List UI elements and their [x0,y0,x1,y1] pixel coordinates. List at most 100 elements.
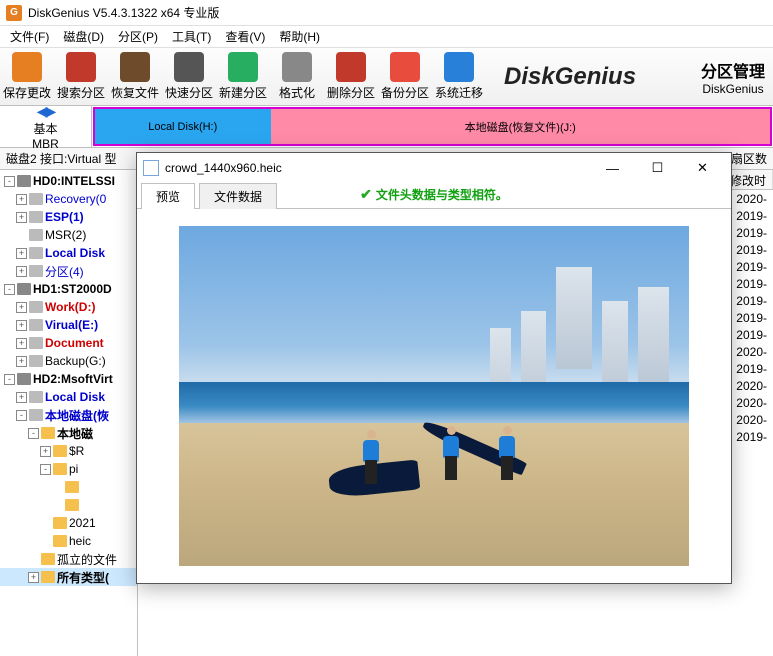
menu-tools[interactable]: 工具(T) [166,26,217,47]
expand-icon[interactable]: + [16,320,27,331]
disk-icon [17,283,31,295]
tree-node[interactable]: -HD2:MsoftVirt [0,370,137,388]
tree-node[interactable]: +Work(D:) [0,298,137,316]
expand-icon[interactable]: + [40,446,51,457]
expand-icon[interactable]: + [16,248,27,259]
partition-icon [29,211,43,223]
preview-title: crowd_1440x960.heic [165,161,282,175]
toolbar-icon [228,52,258,82]
toolbar-icon [282,52,312,82]
toolbar-icon [12,52,42,82]
tree-node[interactable]: -本地磁 [0,424,137,442]
toolbar-icon [174,52,204,82]
menu-disk[interactable]: 磁盘(D) [57,26,110,47]
expand-icon[interactable]: + [16,266,27,277]
partition-segment[interactable]: 本地磁盘(恢复文件)(J:) [271,109,771,144]
expand-icon[interactable]: - [4,374,15,385]
check-icon: ✔ [360,186,372,203]
tree-node[interactable]: +Local Disk [0,388,137,406]
toolbar-3[interactable]: 快速分区 [162,49,216,105]
toolbar-icon [66,52,96,82]
expand-icon[interactable]: - [40,464,51,475]
tree-node[interactable]: +$R [0,442,137,460]
expand-icon[interactable]: + [16,302,27,313]
menubar: 文件(F) 磁盘(D) 分区(P) 工具(T) 查看(V) 帮助(H) [0,26,773,48]
brand-logo: DiskGenius [494,63,693,91]
disk-icon [17,373,31,385]
tree-node[interactable] [0,478,137,496]
toolbar-0[interactable]: 保存更改 [0,49,54,105]
brand-sub: 分区管理 DiskGenius [693,58,773,96]
partition-icon [29,229,43,241]
toolbar-1[interactable]: 搜索分区 [54,49,108,105]
expand-icon[interactable]: + [16,392,27,403]
preview-tabs: 预览 文件数据 ✔ 文件头数据与类型相符。 [137,183,731,209]
toolbar-icon [390,52,420,82]
toolbar: 保存更改搜索分区恢复文件快速分区新建分区格式化删除分区备份分区系统迁移 Disk… [0,48,773,106]
toolbar-icon [336,52,366,82]
tree-node[interactable]: -本地磁盘(恢 [0,406,137,424]
tree-node[interactable]: +Local Disk [0,244,137,262]
menu-help[interactable]: 帮助(H) [273,26,326,47]
status-left: 磁盘2 接口:Virtual 型 [6,150,116,167]
toolbar-icon [120,52,150,82]
partition-icon [29,265,43,277]
expand-icon[interactable]: + [16,212,27,223]
tree-node[interactable]: +所有类型( [0,568,137,586]
folder-icon [53,517,67,529]
maximize-button[interactable]: ☐ [635,154,680,182]
disk-tree[interactable]: -HD0:INTELSSI+Recovery(0+ESP(1)MSR(2)+Lo… [0,170,138,656]
tree-node[interactable]: +ESP(1) [0,208,137,226]
folder-icon [41,427,55,439]
nav-arrows-icon[interactable]: ◀▶ [37,103,55,120]
partition-icon [29,337,43,349]
toolbar-6[interactable]: 删除分区 [324,49,378,105]
menu-view[interactable]: 查看(V) [219,26,271,47]
toolbar-4[interactable]: 新建分区 [216,49,270,105]
folder-icon [65,481,79,493]
tree-node[interactable]: +Document [0,334,137,352]
preview-body [137,209,731,583]
expand-icon[interactable]: - [4,176,15,187]
tree-node[interactable]: -HD0:INTELSSI [0,172,137,190]
image-icon [143,160,159,176]
close-button[interactable]: ✕ [680,154,725,182]
toolbar-7[interactable]: 备份分区 [378,49,432,105]
toolbar-2[interactable]: 恢复文件 [108,49,162,105]
tab-preview[interactable]: 预览 [141,183,195,209]
tab-raw-data[interactable]: 文件数据 [199,183,277,209]
partition-icon [29,247,43,259]
folder-icon [41,571,55,583]
expand-icon[interactable]: + [16,356,27,367]
tree-node[interactable]: +Backup(G:) [0,352,137,370]
menu-partition[interactable]: 分区(P) [112,26,164,47]
expand-icon[interactable]: - [28,428,39,439]
toolbar-icon [444,52,474,82]
tree-node[interactable] [0,496,137,514]
toolbar-8[interactable]: 系统迁移 [432,49,486,105]
expand-icon[interactable]: + [28,572,39,583]
tree-node[interactable]: +Virual(E:) [0,316,137,334]
expand-icon[interactable]: + [16,194,27,205]
expand-icon[interactable]: - [16,410,27,421]
window-title: DiskGenius V5.4.3.1322 x64 专业版 [28,4,219,21]
disk-map-legend: ◀▶ 基本 MBR [0,106,92,147]
tree-node[interactable]: 2021 [0,514,137,532]
expand-icon[interactable]: + [16,338,27,349]
disk-map: ◀▶ 基本 MBR Local Disk(H:)本地磁盘(恢复文件)(J:) [0,106,773,148]
tree-node[interactable]: heic [0,532,137,550]
menu-file[interactable]: 文件(F) [4,26,55,47]
tree-node[interactable]: -pi [0,460,137,478]
partition-segment[interactable]: Local Disk(H:) [95,109,271,144]
minimize-button[interactable]: — [590,154,635,182]
preview-window: crowd_1440x960.heic — ☐ ✕ 预览 文件数据 ✔ 文件头数… [136,152,732,584]
expand-icon[interactable]: - [4,284,15,295]
toolbar-5[interactable]: 格式化 [270,49,324,105]
tree-node[interactable]: +分区(4) [0,262,137,280]
partition-icon [29,391,43,403]
tree-node[interactable]: 孤立的文件 [0,550,137,568]
preview-titlebar[interactable]: crowd_1440x960.heic — ☐ ✕ [137,153,731,183]
tree-node[interactable]: +Recovery(0 [0,190,137,208]
tree-node[interactable]: -HD1:ST2000D [0,280,137,298]
tree-node[interactable]: MSR(2) [0,226,137,244]
